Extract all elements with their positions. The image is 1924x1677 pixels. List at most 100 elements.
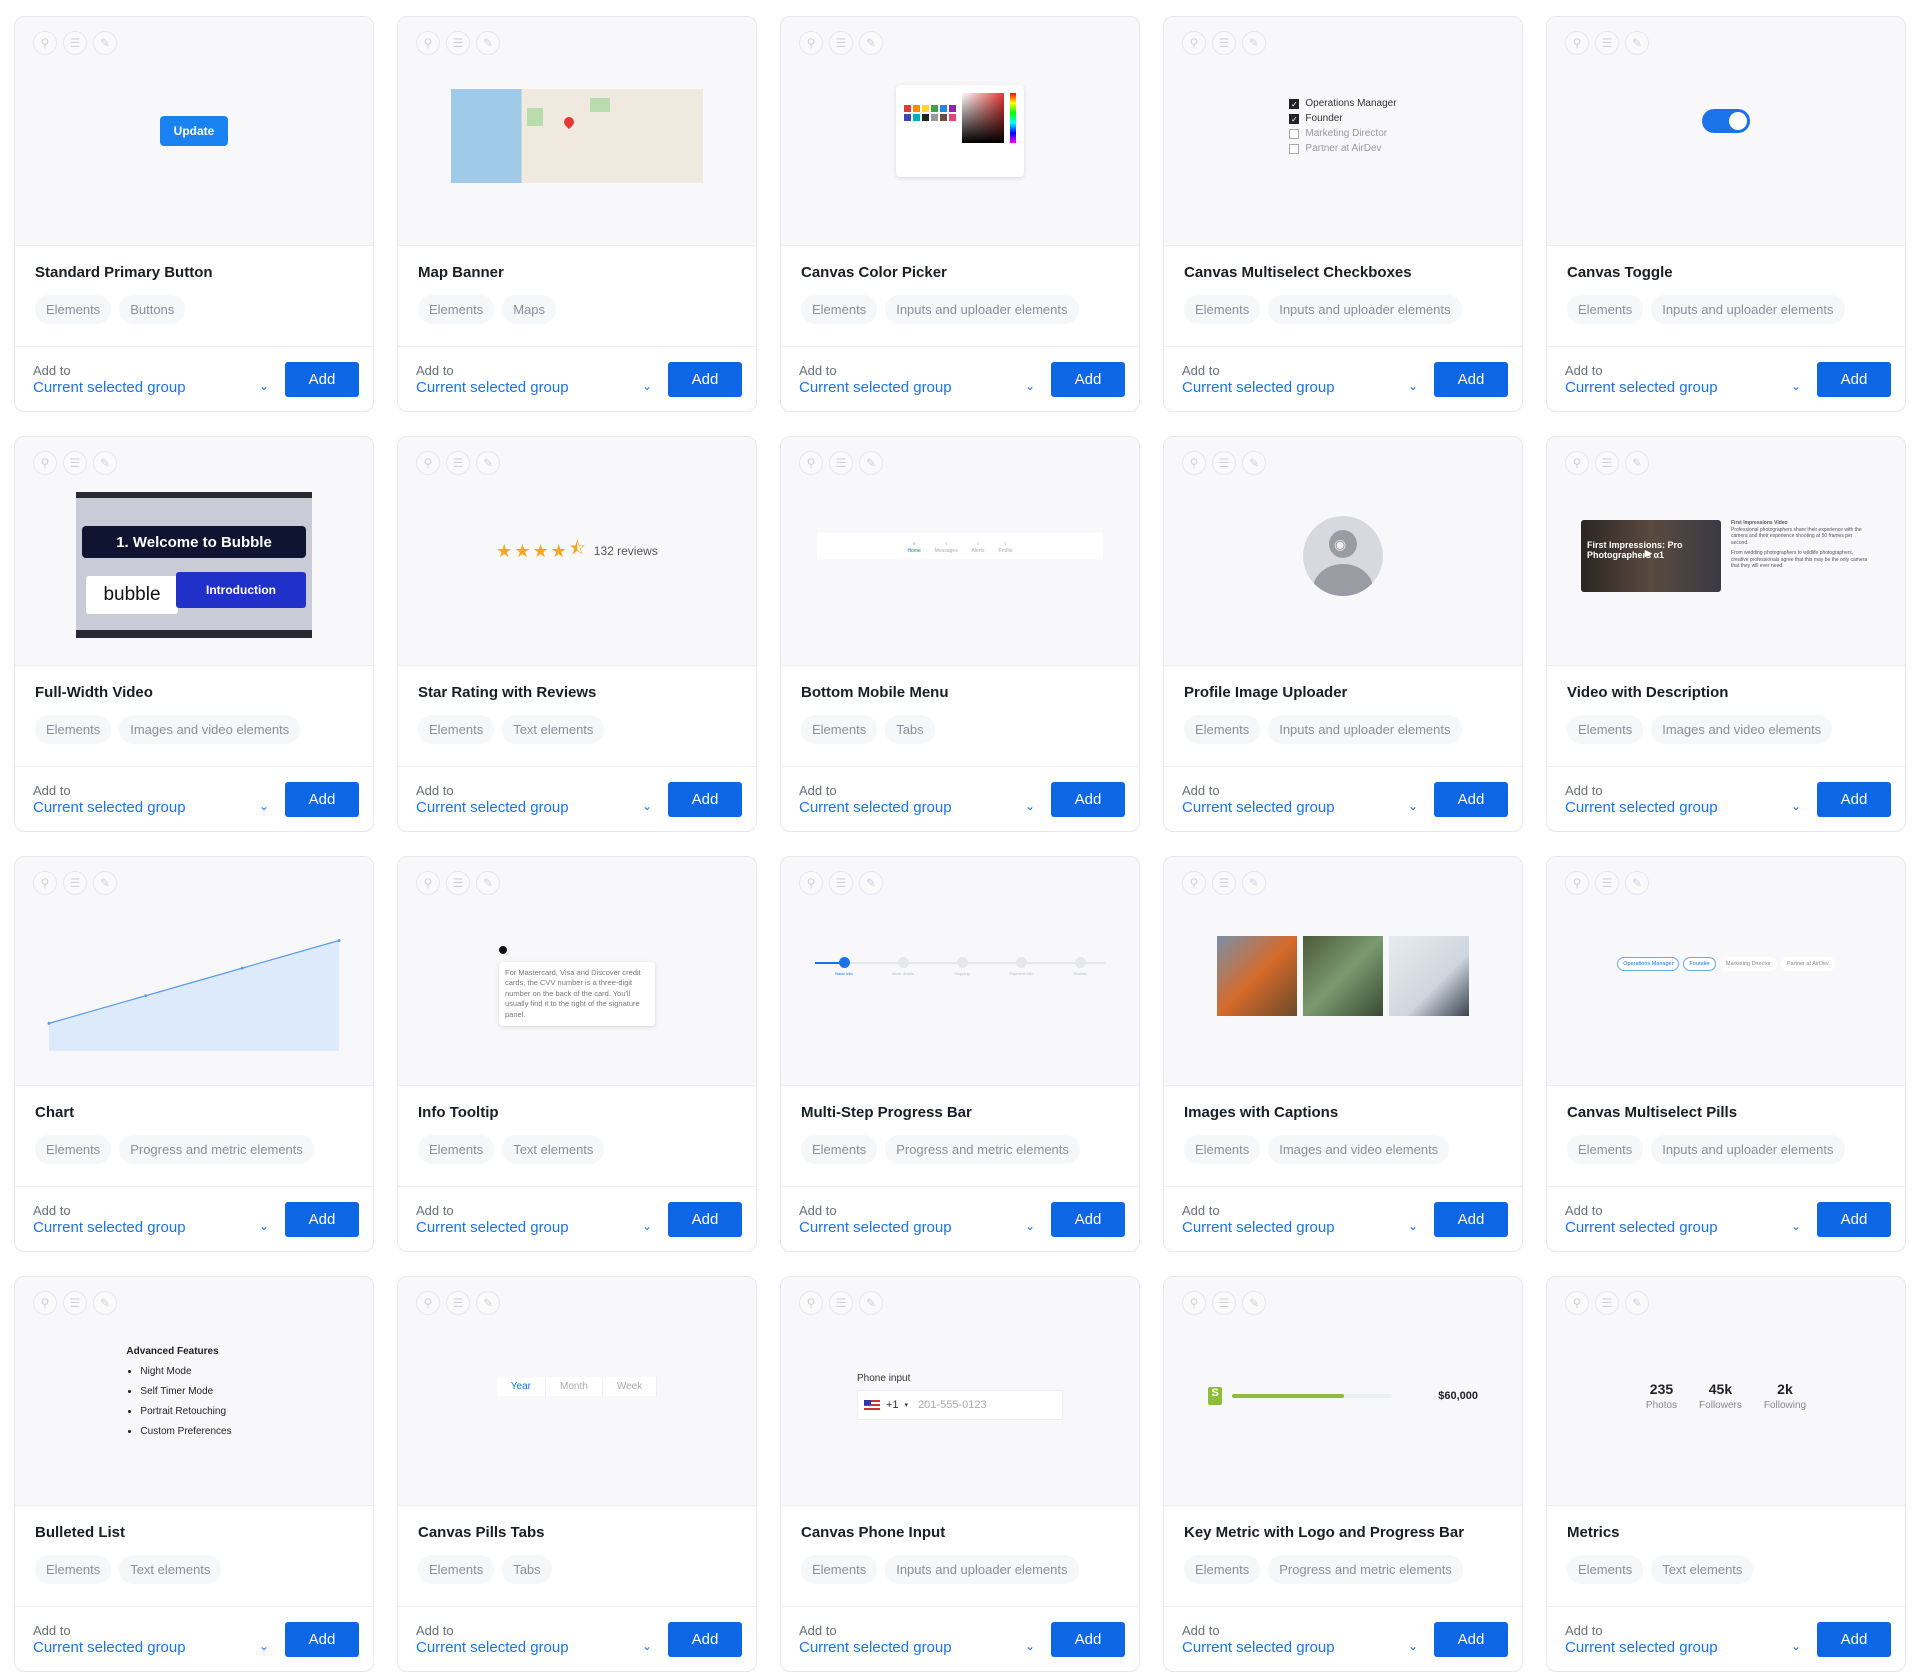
pin-icon[interactable]: ✎ (859, 871, 883, 895)
database-icon[interactable]: ☰ (446, 1291, 470, 1315)
add-button[interactable]: Add (668, 361, 742, 397)
component-preview[interactable]: ⚲ ☰ ✎ (781, 17, 1139, 246)
chevron-down-icon[interactable]: ⌄ (1025, 1219, 1035, 1233)
group-selector[interactable]: Add to Current selected group (799, 1203, 1025, 1236)
category-tag[interactable]: Inputs and uploader elements (1268, 715, 1462, 744)
category-tag[interactable]: Elements (418, 1555, 495, 1584)
component-preview[interactable]: ⚲ ☰ ✎ (15, 857, 373, 1086)
hierarchy-icon[interactable]: ⚲ (1565, 451, 1589, 475)
pin-icon[interactable]: ✎ (1625, 451, 1649, 475)
chevron-down-icon[interactable]: ⌄ (1408, 799, 1418, 813)
group-dropdown-value[interactable]: Current selected group (799, 1219, 1025, 1236)
chevron-down-icon[interactable]: ⌄ (1408, 1639, 1418, 1653)
category-tag[interactable]: Elements (1567, 1555, 1644, 1584)
database-icon[interactable]: ☰ (446, 31, 470, 55)
add-button[interactable]: Add (668, 1621, 742, 1657)
group-dropdown-value[interactable]: Current selected group (416, 379, 642, 396)
add-button[interactable]: Add (1434, 361, 1508, 397)
add-button[interactable]: Add (1817, 781, 1891, 817)
hierarchy-icon[interactable]: ⚲ (416, 871, 440, 895)
pin-icon[interactable]: ✎ (93, 1291, 117, 1315)
chevron-down-icon[interactable]: ⌄ (1025, 379, 1035, 393)
database-icon[interactable]: ☰ (829, 451, 853, 475)
hierarchy-icon[interactable]: ⚲ (1565, 31, 1589, 55)
database-icon[interactable]: ☰ (63, 31, 87, 55)
add-button[interactable]: Add (1051, 1621, 1125, 1657)
database-icon[interactable]: ☰ (829, 31, 853, 55)
chevron-down-icon[interactable]: ⌄ (1791, 1639, 1801, 1653)
hierarchy-icon[interactable]: ⚲ (799, 451, 823, 475)
component-preview[interactable]: ⚲ ☰ ✎ ★ ★ ★ ★ ⯪ 132 reviews (398, 437, 756, 666)
pin-icon[interactable]: ✎ (93, 871, 117, 895)
component-preview[interactable]: ⚲ ☰ ✎ (1547, 17, 1905, 246)
category-tag[interactable]: Text elements (1651, 1555, 1754, 1584)
chevron-down-icon[interactable]: ⌄ (642, 379, 652, 393)
pin-icon[interactable]: ✎ (93, 31, 117, 55)
chevron-down-icon[interactable]: ⌄ (1791, 1219, 1801, 1233)
hierarchy-icon[interactable]: ⚲ (416, 31, 440, 55)
category-tag[interactable]: Progress and metric elements (1268, 1555, 1463, 1584)
group-selector[interactable]: Add to Current selected group (799, 783, 1025, 816)
group-selector[interactable]: Add to Current selected group (33, 1203, 259, 1236)
group-selector[interactable]: Add to Current selected group (33, 1623, 259, 1656)
chevron-down-icon[interactable]: ⌄ (259, 379, 269, 393)
add-button[interactable]: Add (285, 1201, 359, 1237)
group-dropdown-value[interactable]: Current selected group (416, 799, 642, 816)
group-dropdown-value[interactable]: Current selected group (416, 1219, 642, 1236)
component-preview[interactable]: ⚲ ☰ ✎ ◦ Home ◦ Messages ◦ Alerts ◦ Profile (781, 437, 1139, 666)
group-selector[interactable]: Add to Current selected group (416, 1203, 642, 1236)
pin-icon[interactable]: ✎ (1242, 451, 1266, 475)
category-tag[interactable]: Elements (801, 1135, 878, 1164)
chevron-down-icon[interactable]: ⌄ (1408, 1219, 1418, 1233)
add-button[interactable]: Add (1051, 781, 1125, 817)
chevron-down-icon[interactable]: ⌄ (259, 1639, 269, 1653)
add-button[interactable]: Add (1051, 1201, 1125, 1237)
add-button[interactable]: Add (1817, 1201, 1891, 1237)
chevron-down-icon[interactable]: ⌄ (642, 1639, 652, 1653)
category-tag[interactable]: Inputs and uploader elements (885, 1555, 1079, 1584)
group-dropdown-value[interactable]: Current selected group (1565, 1219, 1791, 1236)
group-dropdown-value[interactable]: Current selected group (416, 1639, 642, 1656)
pin-icon[interactable]: ✎ (1242, 871, 1266, 895)
add-button[interactable]: Add (1434, 781, 1508, 817)
add-button[interactable]: Add (285, 781, 359, 817)
category-tag[interactable]: Elements (1567, 715, 1644, 744)
database-icon[interactable]: ☰ (829, 1291, 853, 1315)
component-preview[interactable]: ⚲ ☰ ✎ Update (15, 17, 373, 246)
category-tag[interactable]: Images and video elements (1268, 1135, 1450, 1164)
group-selector[interactable]: Add to Current selected group (1182, 1623, 1408, 1656)
database-icon[interactable]: ☰ (1212, 31, 1236, 55)
category-tag[interactable]: Elements (801, 1555, 878, 1584)
hierarchy-icon[interactable]: ⚲ (1565, 871, 1589, 895)
category-tag[interactable]: Images and video elements (1651, 715, 1833, 744)
database-icon[interactable]: ☰ (63, 1291, 87, 1315)
component-preview[interactable]: ⚲ ☰ ✎ S $60,000 (1164, 1277, 1522, 1506)
pin-icon[interactable]: ✎ (859, 31, 883, 55)
hierarchy-icon[interactable]: ⚲ (33, 31, 57, 55)
category-tag[interactable]: Inputs and uploader elements (1268, 295, 1462, 324)
group-dropdown-value[interactable]: Current selected group (799, 1639, 1025, 1656)
component-preview[interactable]: ⚲ ☰ ✎ For Mastercard, Visa and Discover cre… (398, 857, 756, 1086)
hierarchy-icon[interactable]: ⚲ (1182, 451, 1206, 475)
category-tag[interactable]: Elements (35, 715, 112, 744)
category-tag[interactable]: Elements (801, 715, 878, 744)
group-dropdown-value[interactable]: Current selected group (33, 1639, 259, 1656)
group-dropdown-value[interactable]: Current selected group (1565, 799, 1791, 816)
add-button[interactable]: Add (285, 1621, 359, 1657)
group-dropdown-value[interactable]: Current selected group (1182, 799, 1408, 816)
chevron-down-icon[interactable]: ⌄ (259, 799, 269, 813)
component-preview[interactable]: ⚲ ☰ ✎ Year Month Week (398, 1277, 756, 1506)
group-dropdown-value[interactable]: Current selected group (799, 379, 1025, 396)
pin-icon[interactable]: ✎ (859, 451, 883, 475)
group-selector[interactable]: Add to Current selected group (1182, 783, 1408, 816)
category-tag[interactable]: Elements (1567, 1135, 1644, 1164)
group-dropdown-value[interactable]: Current selected group (1565, 1639, 1791, 1656)
pin-icon[interactable]: ✎ (1625, 1291, 1649, 1315)
database-icon[interactable]: ☰ (1595, 871, 1619, 895)
group-dropdown-value[interactable]: Current selected group (1182, 1639, 1408, 1656)
hierarchy-icon[interactable]: ⚲ (33, 1291, 57, 1315)
component-preview[interactable]: ⚲ ☰ ✎ 1. Welcome to Bubble bubble Introductio… (15, 437, 373, 666)
group-selector[interactable]: Add to Current selected group (416, 363, 642, 396)
group-selector[interactable]: Add to Current selected group (1565, 363, 1791, 396)
group-selector[interactable]: Add to Current selected group (416, 783, 642, 816)
